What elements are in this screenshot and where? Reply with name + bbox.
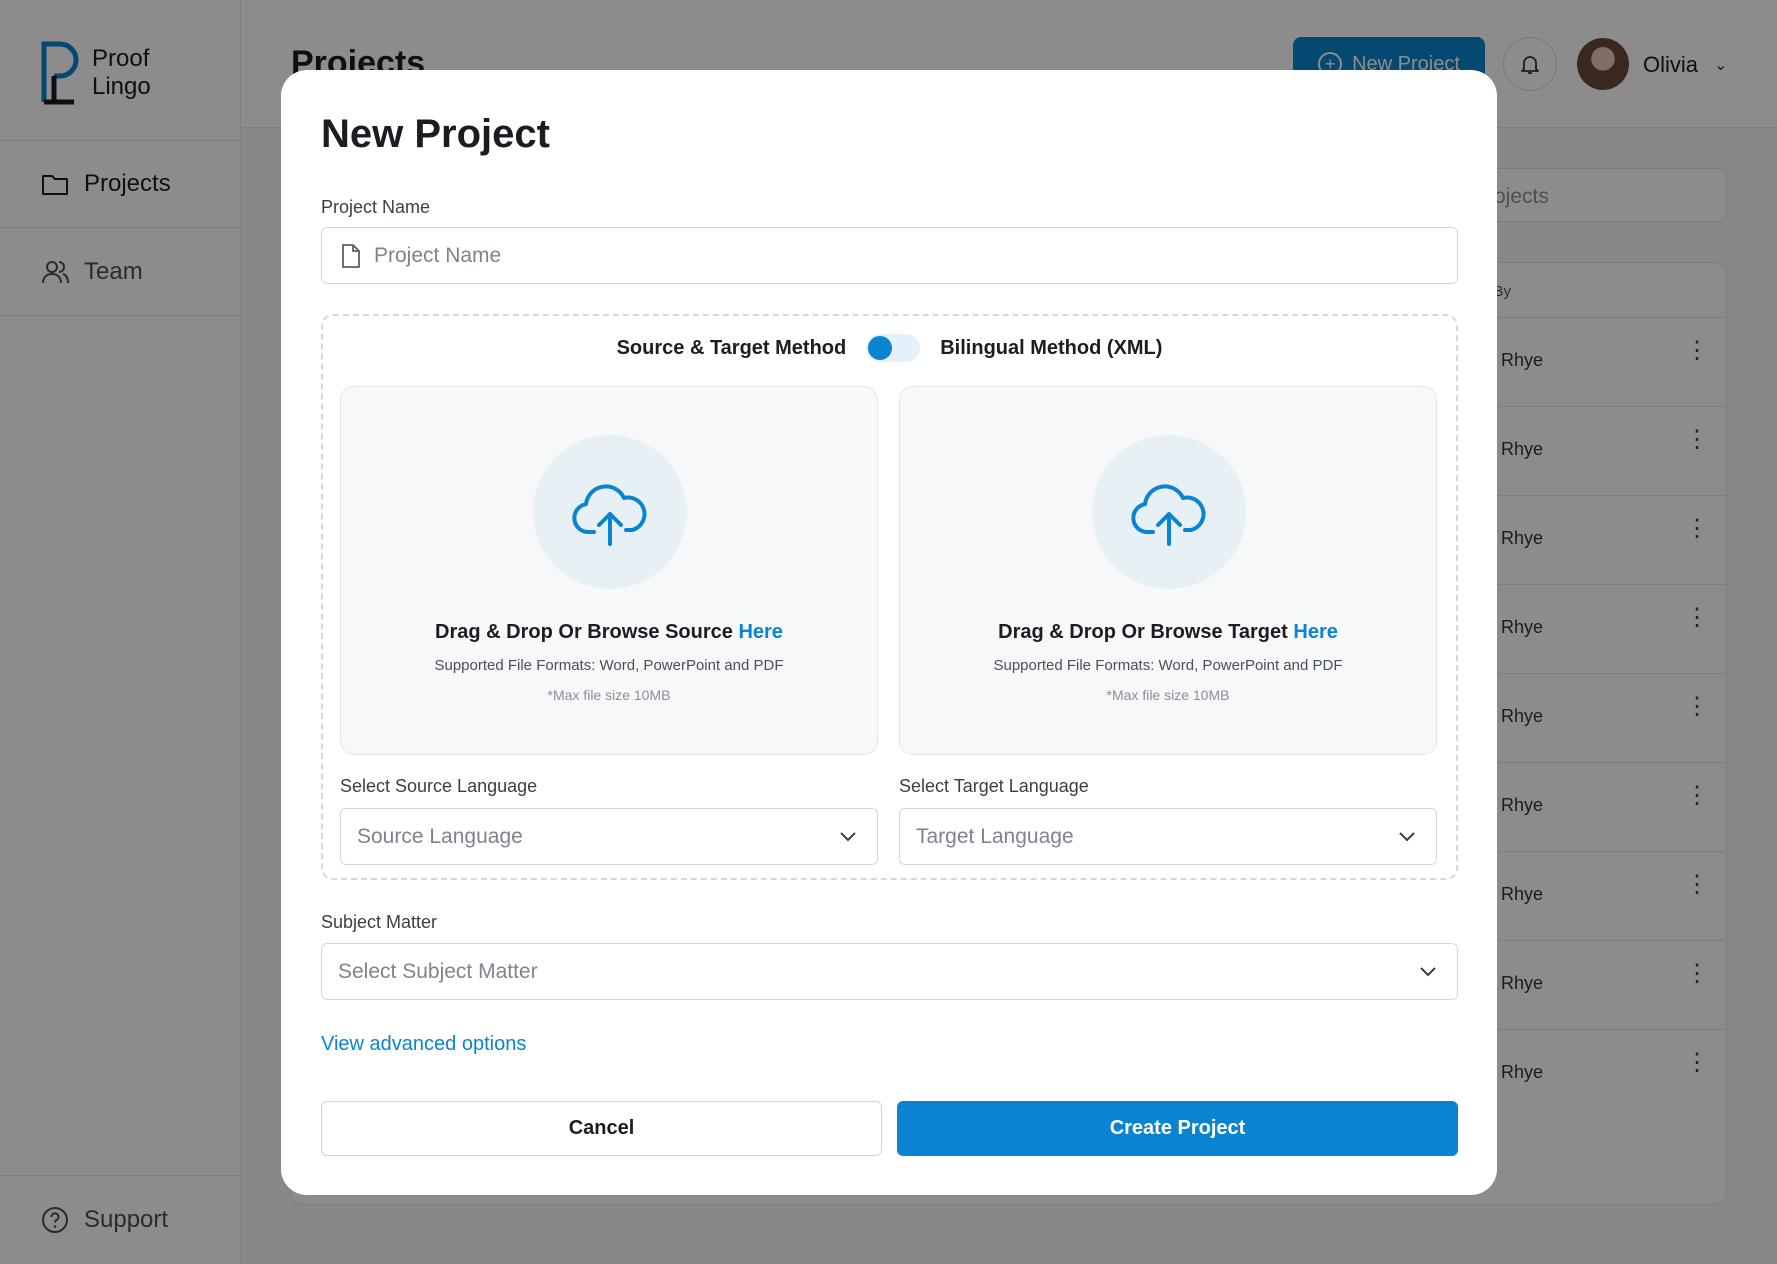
source-drop-title: Drag & Drop Or Browse Source Here: [341, 621, 877, 644]
method-toggle-row: Source & Target Method Bilingual Method …: [323, 334, 1456, 362]
target-language-placeholder: Target Language: [916, 824, 1074, 848]
source-language-label: Select Source Language: [340, 776, 538, 796]
cancel-button[interactable]: Cancel: [321, 1101, 882, 1156]
project-name-input[interactable]: Project Name: [321, 227, 1458, 284]
advanced-options-link[interactable]: View advanced options: [321, 1033, 526, 1056]
upload-section: Source & Target Method Bilingual Method …: [321, 314, 1458, 880]
bilingual-method-label[interactable]: Bilingual Method (XML): [940, 337, 1162, 360]
target-language-label: Select Target Language: [899, 776, 1089, 796]
chevron-down-icon: [839, 825, 857, 849]
file-icon: [342, 243, 360, 268]
subject-matter-label: Subject Matter: [321, 912, 438, 932]
source-target-method-label[interactable]: Source & Target Method: [617, 337, 847, 360]
method-toggle[interactable]: [866, 334, 921, 362]
source-max-size: *Max file size 10MB: [547, 687, 671, 703]
source-dropzone[interactable]: Drag & Drop Or Browse Source Here Suppor…: [340, 386, 878, 755]
target-formats: Supported File Formats: Word, PowerPoint…: [993, 657, 1343, 674]
source-formats: Supported File Formats: Word, PowerPoint…: [434, 657, 784, 674]
source-language-select[interactable]: Source Language: [340, 808, 878, 865]
modal-title: New Project: [321, 112, 550, 156]
upload-icon-circle: [1092, 435, 1246, 589]
chevron-down-icon: [1419, 960, 1437, 984]
upload-icon-circle: [533, 435, 687, 589]
cloud-upload-icon: [572, 484, 647, 546]
target-drop-title: Drag & Drop Or Browse Target Here: [900, 621, 1436, 644]
cloud-upload-icon: [1131, 484, 1206, 546]
target-max-size: *Max file size 10MB: [1106, 687, 1230, 703]
source-drop-title-text: Drag & Drop Or Browse Source: [435, 621, 733, 643]
source-language-placeholder: Source Language: [357, 824, 523, 848]
target-dropzone[interactable]: Drag & Drop Or Browse Target Here Suppor…: [899, 386, 1437, 755]
new-project-modal: New Project Project Name Project Name So…: [281, 70, 1497, 1195]
browse-source-link[interactable]: Here: [738, 621, 782, 643]
project-name-label: Project Name: [321, 197, 431, 217]
target-language-select[interactable]: Target Language: [899, 808, 1437, 865]
subject-matter-select[interactable]: Select Subject Matter: [321, 943, 1458, 1000]
create-project-button[interactable]: Create Project: [897, 1101, 1458, 1156]
browse-target-link[interactable]: Here: [1293, 621, 1337, 643]
target-drop-title-text: Drag & Drop Or Browse Target: [998, 621, 1288, 643]
chevron-down-icon: [1398, 825, 1416, 849]
subject-matter-placeholder: Select Subject Matter: [338, 959, 538, 983]
project-name-placeholder: Project Name: [374, 243, 502, 267]
